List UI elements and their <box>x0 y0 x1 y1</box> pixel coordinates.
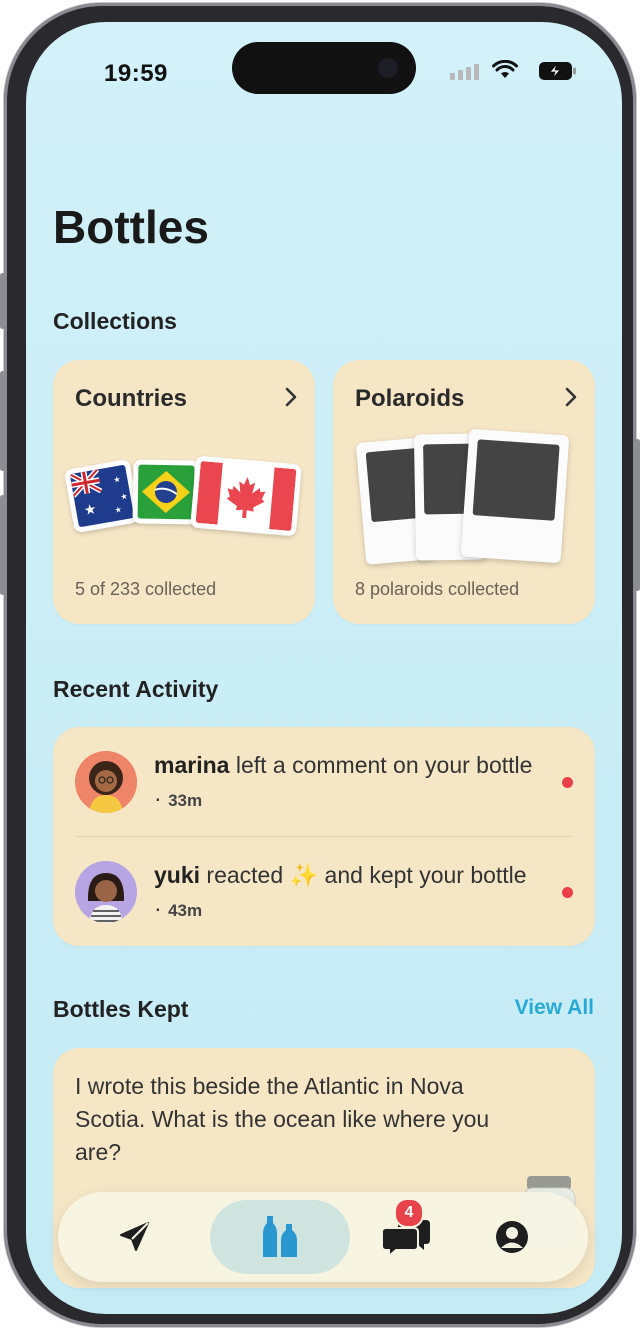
svg-text:★: ★ <box>120 492 129 502</box>
tab-send[interactable] <box>64 1200 204 1274</box>
countries-subtitle: 5 of 233 collected <box>75 579 217 599</box>
chevron-right-icon <box>565 387 577 407</box>
recent-activity-heading: Recent Activity <box>53 676 219 702</box>
unread-badge: 4 <box>394 1198 424 1228</box>
signal-icon <box>450 64 479 80</box>
recent-activity-card: marina left a comment on your bottle · 3… <box>53 727 595 946</box>
status-bar: 19:59 <box>26 22 622 122</box>
activity-time: 33m <box>168 791 203 810</box>
camera-icon <box>378 58 398 78</box>
send-icon <box>120 1222 149 1251</box>
countries-card[interactable]: Countries ★ ★ ★ ★ 5 of 233 collected <box>53 360 315 624</box>
countries-title: Countries <box>75 385 188 412</box>
volume-down-button <box>0 495 5 595</box>
polaroids-subtitle: 8 polaroids collected <box>355 579 520 599</box>
profile-icon <box>496 1221 528 1253</box>
activity-item[interactable]: marina left a comment on your bottle · 3… <box>53 727 595 837</box>
activity-text: yuki reacted ✨ and kept your bottle · 43… <box>154 862 527 921</box>
polaroids-title: Polaroids <box>355 385 465 412</box>
sparkles-emoji: ✨ <box>289 862 319 888</box>
polaroid-icon <box>460 428 570 564</box>
activity-username: marina <box>154 752 230 778</box>
dynamic-island <box>232 42 416 94</box>
svg-text:★: ★ <box>113 475 122 485</box>
tab-profile[interactable] <box>442 1200 582 1274</box>
screen: 19:59 Bottles Collections Countries ★ ★ … <box>26 22 622 1314</box>
battery-charging-icon <box>539 62 576 80</box>
volume-up-button <box>0 371 5 471</box>
phone-frame: 19:59 Bottles Collections Countries ★ ★ … <box>0 3 640 1327</box>
unread-dot <box>562 777 573 788</box>
status-time: 19:59 <box>104 60 168 87</box>
activity-time: 43m <box>168 901 203 920</box>
action-button <box>0 273 5 329</box>
activity-message-end: and kept your bottle <box>318 862 527 888</box>
page-title: Bottles <box>53 201 209 253</box>
avatar <box>75 861 137 923</box>
tab-bottles[interactable] <box>210 1200 350 1274</box>
bottles-kept-heading: Bottles Kept <box>53 996 189 1022</box>
polaroids-card[interactable]: Polaroids 8 polaroids collected <box>333 360 595 624</box>
power-button <box>635 439 640 591</box>
bottle-message: I wrote this beside the Atlantic in Nova… <box>75 1073 490 1165</box>
svg-text:★: ★ <box>114 505 123 515</box>
australia-flag-icon: ★ ★ ★ ★ <box>63 458 141 534</box>
wifi-icon <box>492 60 518 78</box>
bottles-icon <box>263 1216 297 1257</box>
activity-message: left a comment on your bottle <box>229 752 533 778</box>
collections-heading: Collections <box>53 308 177 334</box>
avatar <box>75 751 137 813</box>
activity-message: reacted <box>200 862 290 888</box>
activity-text: marina left a comment on your bottle · 3… <box>154 752 533 811</box>
brazil-flag-icon <box>132 459 200 525</box>
chevron-right-icon <box>285 387 297 407</box>
svg-text:★: ★ <box>83 501 98 519</box>
view-all-link[interactable]: View All <box>515 996 594 1020</box>
activity-username: yuki <box>154 862 201 888</box>
unread-dot <box>562 887 573 898</box>
canada-flag-icon <box>190 455 302 537</box>
tab-bar: 4 <box>58 1192 588 1282</box>
activity-item[interactable]: yuki reacted ✨ and kept your bottle · 43… <box>53 837 595 947</box>
